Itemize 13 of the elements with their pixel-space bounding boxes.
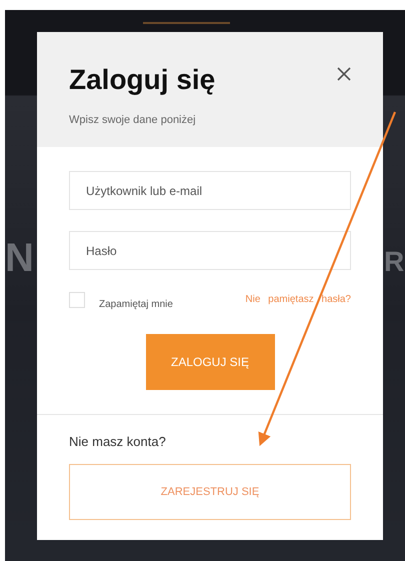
username-field[interactable]: Użytkownik lub e-mail: [69, 171, 351, 210]
close-icon[interactable]: [337, 67, 351, 81]
register-prompt: Nie masz konta?: [69, 434, 167, 449]
register-button[interactable]: ZAREJESTRUJ SIĘ: [69, 464, 351, 520]
remember-label: Zapamiętaj mnie: [99, 299, 173, 310]
hero-heading: N: [5, 236, 34, 281]
remember-checkbox[interactable]: [69, 292, 85, 308]
dialog-title: Zaloguj się: [69, 64, 216, 96]
password-field[interactable]: Hasło: [69, 231, 351, 270]
dialog-subtitle: Wpisz swoje dane poniżej: [69, 114, 197, 126]
login-button[interactable]: ZALOGUJ SIĘ: [146, 334, 274, 390]
forgot-password-link[interactable]: Nie pamiętasz hasła?: [245, 294, 351, 305]
hero-heading: R: [384, 246, 404, 278]
